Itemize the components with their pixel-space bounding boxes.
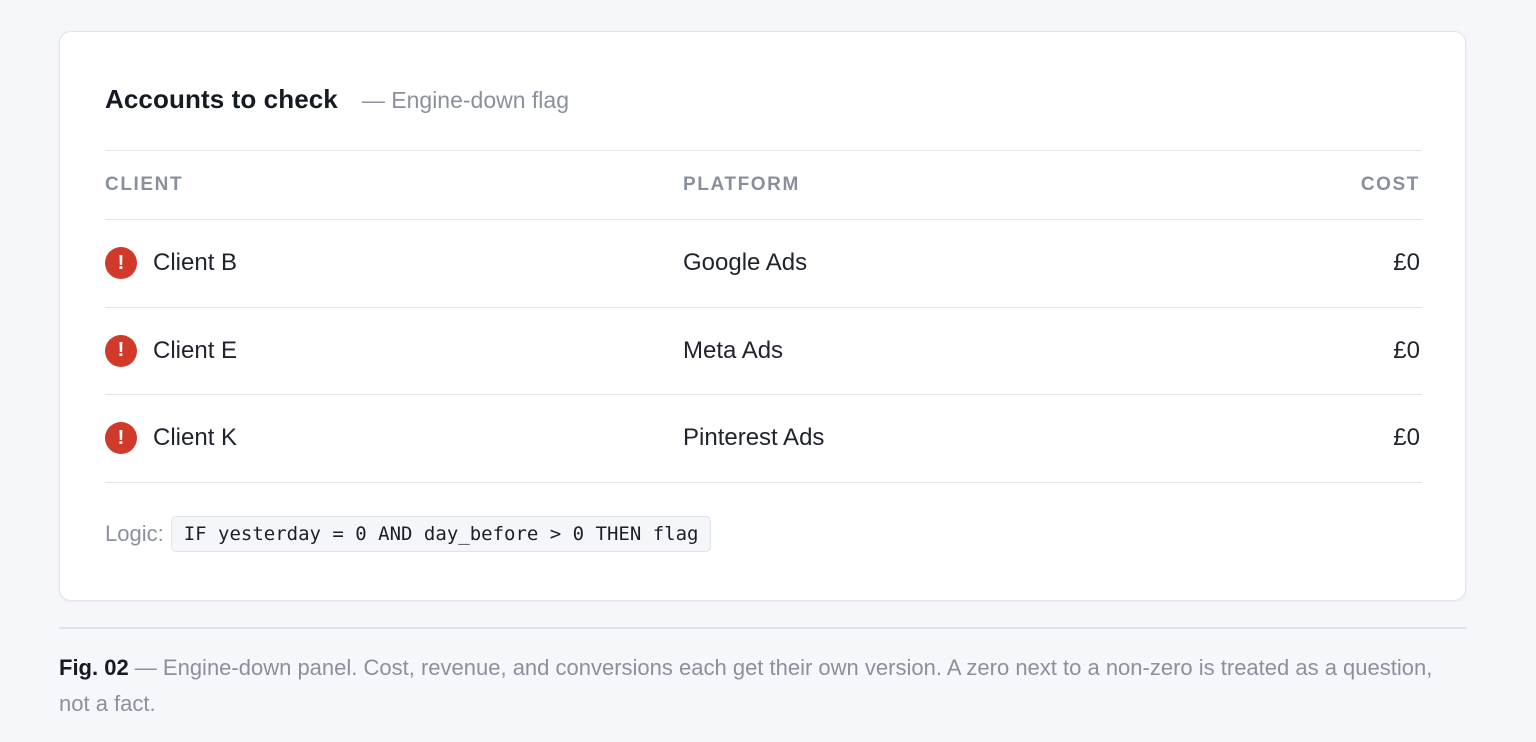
client-name: Client E	[153, 336, 238, 364]
logic-rule: Logic: IF yesterday = 0 AND day_before >…	[105, 516, 712, 552]
column-header-client: CLIENT	[105, 174, 184, 195]
client-cell: ! Client B	[105, 247, 683, 280]
alert-icon: !	[105, 422, 137, 455]
alert-icon: !	[105, 247, 137, 280]
cost-cell: £0	[1393, 249, 1420, 277]
divider	[59, 627, 1466, 629]
table-row: ! Client B Google Ads £0	[105, 220, 1422, 308]
platform-cell: Meta Ads	[683, 336, 784, 364]
panel-title: Accounts to check	[105, 84, 338, 114]
platform-cell: Google Ads	[683, 249, 808, 277]
table-header-row: CLIENT PLATFORM COST	[105, 151, 1422, 220]
caption-text: — Engine-down panel. Cost, revenue, and …	[59, 655, 1433, 716]
figure-label: Fig. 02	[59, 655, 129, 680]
figure-caption: Fig. 02 — Engine-down panel. Cost, reven…	[59, 650, 1466, 722]
column-header-cost: COST	[1360, 174, 1420, 195]
client-name: Client B	[153, 249, 238, 277]
table-row: ! Client E Meta Ads £0	[105, 308, 1422, 395]
panel-subtitle: — Engine-down flag	[361, 87, 569, 113]
logic-label: Logic:	[105, 521, 164, 546]
table-row: ! Client K Pinterest Ads £0	[105, 395, 1422, 483]
cost-cell: £0	[1393, 424, 1420, 452]
logic-code: IF yesterday = 0 AND day_before > 0 THEN…	[170, 516, 712, 552]
panel-header: Accounts to check — Engine-down flag	[105, 84, 569, 115]
platform-cell: Pinterest Ads	[683, 424, 825, 452]
client-name: Client K	[153, 424, 238, 452]
client-cell: ! Client K	[105, 422, 683, 455]
accounts-panel: Accounts to check — Engine-down flag CLI…	[59, 31, 1466, 601]
accounts-table: CLIENT PLATFORM COST ! Client B Google A…	[105, 150, 1422, 483]
client-cell: ! Client E	[105, 334, 683, 367]
cost-cell: £0	[1393, 336, 1420, 364]
alert-icon: !	[105, 334, 137, 367]
column-header-platform: PLATFORM	[683, 174, 800, 195]
